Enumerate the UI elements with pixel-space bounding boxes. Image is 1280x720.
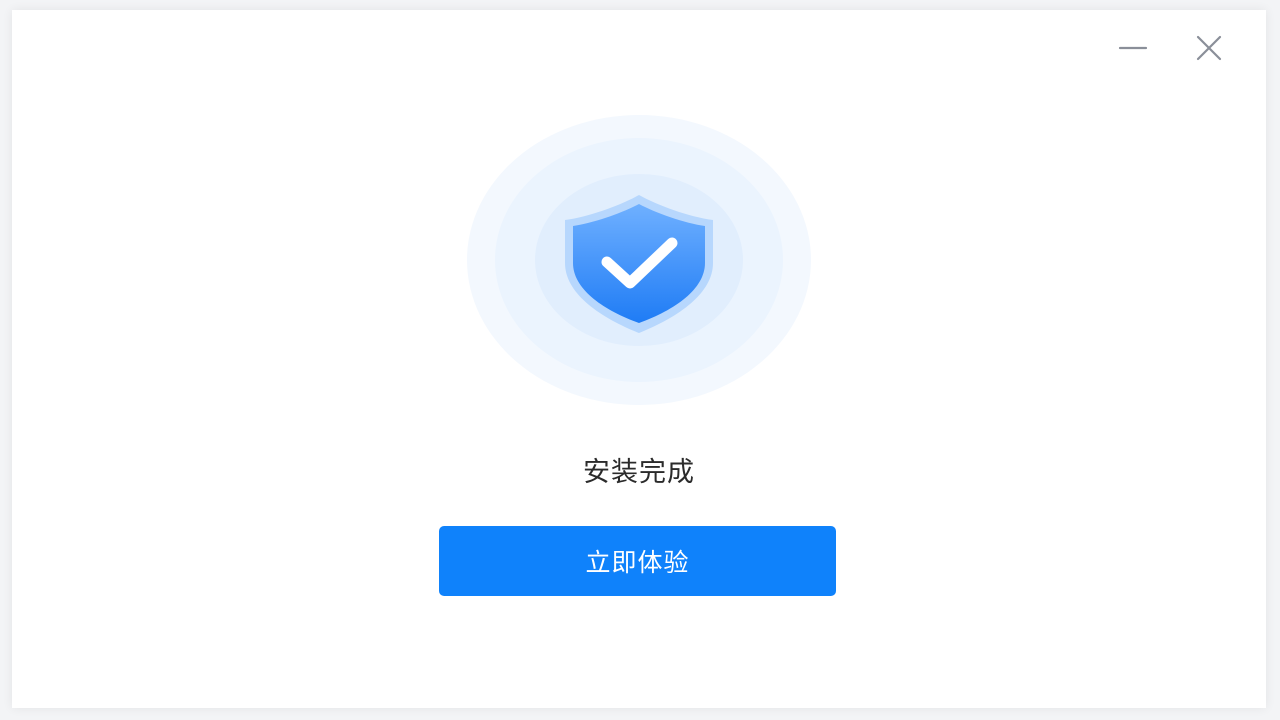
minimize-button[interactable]	[1113, 32, 1153, 64]
installer-window: 安装完成 立即体验	[12, 10, 1266, 708]
install-complete-label: 安装完成	[583, 457, 695, 488]
success-illustration	[467, 115, 811, 405]
experience-now-button[interactable]: 立即体验	[439, 526, 836, 596]
close-icon	[1196, 35, 1222, 61]
minimize-icon	[1118, 46, 1148, 50]
close-button[interactable]	[1189, 32, 1229, 64]
